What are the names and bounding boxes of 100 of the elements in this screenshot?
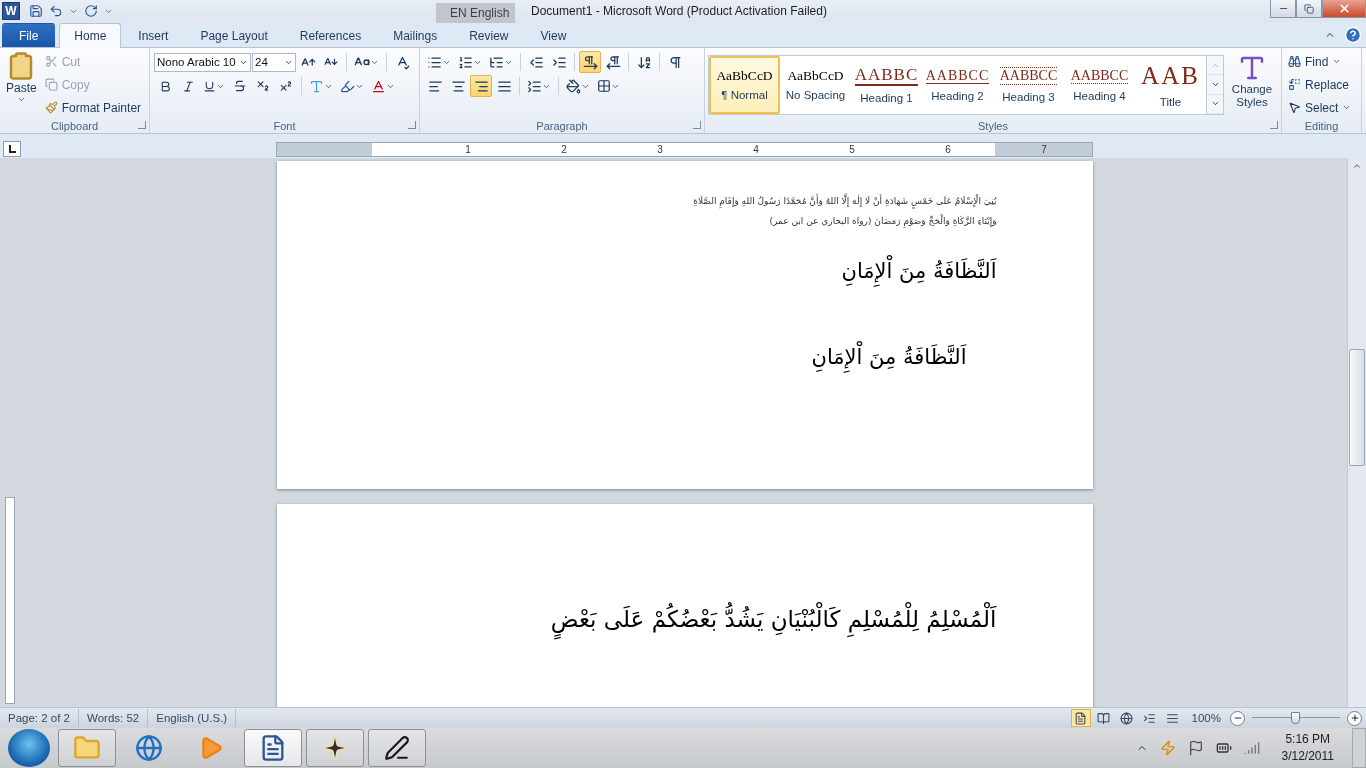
minimize-button[interactable]: [1270, 0, 1296, 18]
scissors-icon: [44, 55, 58, 68]
caret-icon: [1332, 57, 1342, 66]
style-item[interactable]: AABBC Heading 1: [851, 56, 922, 114]
style-preview: AABBC: [854, 65, 919, 87]
strikethrough-icon: [233, 79, 247, 93]
folder-icon: [73, 734, 101, 762]
redo-icon: [84, 4, 98, 18]
ribbon-tab[interactable]: Page Layout: [185, 23, 283, 47]
align-button[interactable]: [470, 75, 492, 97]
dialog-launcher[interactable]: [693, 121, 701, 129]
language-bar: EN English: [436, 3, 516, 23]
caret-icon: [16, 95, 26, 104]
style-name: Heading 1: [860, 92, 913, 105]
format-painter-button[interactable]: Format Painter: [42, 97, 144, 118]
window-title: Document1 - Microsoft Word (Product Activation Failed): [531, 4, 827, 18]
pointer-icon: [1288, 101, 1301, 114]
clock-date: 3/12/2011: [1281, 748, 1334, 765]
superscript-icon: [279, 79, 293, 93]
scroll-up-icon: [1352, 161, 1362, 171]
style-name: Title: [1159, 95, 1182, 108]
pilcrow-right-icon: [582, 54, 598, 70]
ribbon-tab[interactable]: Insert: [123, 23, 184, 47]
globe-icon: [1120, 711, 1134, 725]
word-count: Words: 52: [79, 709, 149, 727]
restore-button[interactable]: [1296, 0, 1322, 18]
clock-time: 5:16 PM: [1285, 731, 1331, 748]
paintbrush-icon: [44, 101, 58, 114]
arabic-text: وَإِيْتَاءِ الزَّكَاةِ وَالْحَجِّ وَصَوْمِ رَمَضَانَ (رواه البخاري عن ابن عمر): [768, 213, 997, 230]
lines-icon: [1166, 711, 1180, 725]
ruler-number: 3: [657, 142, 663, 156]
ribbon-tab[interactable]: References: [284, 23, 377, 47]
dialog-launcher[interactable]: [408, 121, 416, 129]
globe-icon: [135, 734, 163, 762]
ribbon-tab[interactable]: Review: [454, 23, 524, 47]
style-item[interactable]: AAB Title: [1135, 56, 1206, 114]
align-left-icon: [427, 78, 443, 94]
style-preview: AABBCC: [999, 67, 1058, 85]
book-icon: [1097, 711, 1111, 725]
app-logo: W: [2, 2, 20, 20]
ribbon-tab[interactable]: View: [525, 23, 582, 47]
select-button[interactable]: Select: [1286, 97, 1354, 118]
view-button[interactable]: [1070, 709, 1091, 727]
group-label: Styles: [978, 119, 1008, 132]
help-icon: [1344, 26, 1362, 44]
dialog-launcher[interactable]: [1270, 121, 1278, 129]
align-center-icon: [450, 78, 466, 94]
flag-icon: [1187, 740, 1204, 756]
pen-icon: [384, 735, 410, 761]
underline-icon: [203, 79, 216, 93]
text-direction-button[interactable]: [579, 51, 601, 73]
zoom-level: 100%: [1191, 712, 1221, 724]
style-item[interactable]: AaBbCcD No Spacing: [780, 56, 851, 114]
style-item[interactable]: AABBCC Heading 2: [922, 56, 993, 114]
page-count: Page: 2 of 2: [0, 709, 80, 727]
file-tab[interactable]: File: [2, 23, 56, 47]
zoom-out-button[interactable]: [1230, 710, 1245, 726]
font-name-field[interactable]: Nono Arabic 10: [154, 52, 251, 72]
dialog-launcher[interactable]: [138, 121, 146, 129]
ribbon-tab[interactable]: Home: [59, 23, 122, 48]
ruler-number: 7: [1041, 142, 1047, 156]
decrease-indent-icon: [528, 54, 544, 70]
taskbar-button[interactable]: [244, 729, 302, 767]
style-item[interactable]: AABBCC Heading 3: [993, 56, 1064, 114]
scroll-thumb[interactable]: [1349, 349, 1365, 466]
style-name: Heading 4: [1073, 90, 1126, 103]
group-label: Paragraph: [536, 119, 588, 132]
slider-thumb[interactable]: [1291, 712, 1300, 724]
zoom-in-button[interactable]: [1347, 710, 1362, 726]
arabic-text: بُنِيَ الْإِسْلَامُ عَلَى خَمْسٍ شَهَادَةِ أَنْ لَا إِلٰهَ إِلَّا اللهُ وَأَنَّ مُحَمَّدًا رَسُولُ اللهِ وَإِقَامِ الصَّلَاةِ: [372, 191, 997, 211]
find-button[interactable]: Find: [1286, 51, 1354, 72]
borders-icon: [597, 79, 611, 93]
undo-icon: [49, 4, 63, 18]
save-icon: [29, 4, 43, 18]
replace-icon: [1288, 78, 1301, 91]
restore-icon: [1304, 3, 1314, 14]
paint-bucket-icon: [566, 78, 581, 94]
taskbar-button[interactable]: [368, 729, 426, 767]
ribbon-tab[interactable]: Mailings: [378, 23, 453, 47]
style-name: Heading 2: [931, 90, 984, 103]
text-effects-icon: [309, 78, 324, 94]
lightning-icon: [1159, 740, 1176, 756]
start-button[interactable]: [8, 729, 50, 767]
style-item[interactable]: AaBbCcD ¶ Normal: [709, 56, 780, 114]
replace-button[interactable]: Replace: [1286, 74, 1354, 95]
tab-selector[interactable]: [3, 141, 21, 157]
battery-icon: [1215, 740, 1232, 756]
group-label: Font: [273, 119, 296, 132]
tab-stop-icon: [8, 145, 16, 153]
style-preview: AABBCC: [925, 67, 990, 85]
increase-indent-icon: [551, 54, 567, 70]
paste-button[interactable]: Paste: [4, 51, 39, 118]
page-icon: [1074, 711, 1088, 725]
close-button[interactable]: [1322, 0, 1366, 18]
taskbar-button[interactable]: [306, 729, 364, 767]
change-styles-button[interactable]: Change Styles: [1228, 53, 1276, 118]
style-item[interactable]: AABBCC Heading 4: [1064, 56, 1135, 114]
copy-icon: [44, 78, 58, 91]
signal-icon: [1243, 740, 1260, 756]
font-size-field[interactable]: 24: [252, 52, 296, 72]
